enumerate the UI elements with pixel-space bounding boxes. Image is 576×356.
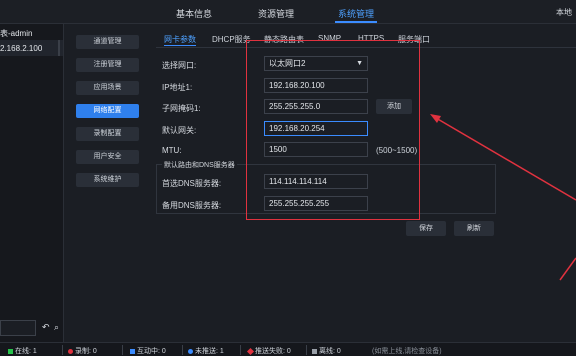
annotation-highlight-box (246, 40, 420, 220)
status-recording: 录制: 0 (68, 346, 97, 356)
not-pushed-dot-icon (188, 348, 193, 354)
subnet-mask-label: 子网掩码1: (162, 104, 201, 113)
port-select-label: 选择网口: (162, 61, 197, 70)
menu-network-config[interactable]: 网络配置 (76, 104, 139, 118)
status-offline: 离线: 0 (312, 346, 341, 356)
gateway-label: 默认网关: (162, 126, 197, 135)
menu-user-security[interactable]: 用户安全 (76, 150, 139, 164)
status-separator (240, 345, 241, 355)
status-interacting: 互动中: 0 (130, 346, 166, 356)
status-online-text: 在线: 1 (15, 348, 37, 355)
undo-icon[interactable]: ↶ (42, 322, 50, 333)
dns-group-title: 默认路由和DNS服务器 (162, 160, 237, 170)
status-separator (182, 345, 183, 355)
status-recording-text: 录制: 0 (75, 348, 97, 355)
device-panel: 表-admin 2.168.2.100 ↶ ⌕ (0, 24, 64, 342)
top-navbar: 基本信息 资源管理 系统管理 本地 (0, 0, 576, 24)
refresh-button[interactable]: 刷新 (454, 221, 494, 236)
status-offline-text: 离线: 0 (319, 348, 341, 355)
status-not-pushed-text: 未推送: 1 (195, 348, 224, 355)
nav-system-management[interactable]: 系统管理 (334, 7, 378, 23)
status-hint: (如需上线,请检查设备) (372, 348, 442, 355)
secondary-dns-label: 备用DNS服务器: (162, 201, 222, 210)
status-not-pushed: 未推送: 1 (188, 346, 224, 356)
menu-recording-config[interactable]: 录制配置 (76, 127, 139, 141)
primary-dns-label: 首选DNS服务器: (162, 179, 222, 188)
menu-registration-management[interactable]: 注册管理 (76, 58, 139, 72)
local-label: 本地 (556, 8, 572, 17)
scroll-indicator[interactable] (58, 40, 60, 56)
device-group-label: 表-admin (0, 29, 33, 38)
device-ip-label[interactable]: 2.168.2.100 (0, 44, 42, 53)
tab-dhcp-service[interactable]: DHCP服务 (212, 34, 251, 45)
menu-application-scenario[interactable]: 应用场景 (76, 81, 139, 95)
side-menu: 通道管理 注册管理 应用场景 网络配置 录制配置 用户安全 系统维护 (66, 24, 150, 342)
tab-nic-params[interactable]: 网卡参数 (164, 34, 196, 46)
status-interacting-text: 互动中: 0 (137, 348, 166, 355)
nav-resource-management[interactable]: 资源管理 (258, 7, 294, 20)
online-square-icon (8, 348, 13, 354)
status-online: 在线: 1 (8, 346, 37, 356)
status-push-failed: 推送失败: 0 (246, 346, 291, 356)
status-separator (122, 345, 123, 355)
status-push-failed-text: 推送失败: 0 (255, 348, 291, 355)
status-separator (62, 345, 63, 355)
device-search-input[interactable] (0, 320, 36, 336)
ip-address-label: IP地址1: (162, 83, 193, 92)
menu-system-maintenance[interactable]: 系统维护 (76, 173, 139, 187)
recording-dot-icon (68, 348, 73, 354)
mtu-label: MTU: (162, 146, 182, 155)
offline-square-icon (312, 348, 317, 354)
search-icon[interactable]: ⌕ (54, 322, 59, 333)
status-bar: 在线: 1 录制: 0 互动中: 0 未推送: 1 推送失败: 0 离线: 0 … (0, 342, 576, 356)
menu-channel-management[interactable]: 通道管理 (76, 35, 139, 49)
interacting-square-icon (130, 348, 135, 354)
save-button[interactable]: 保存 (406, 221, 446, 236)
push-failed-diamond-icon (246, 347, 255, 355)
status-separator (306, 345, 307, 355)
nav-basic-info[interactable]: 基本信息 (176, 7, 212, 20)
